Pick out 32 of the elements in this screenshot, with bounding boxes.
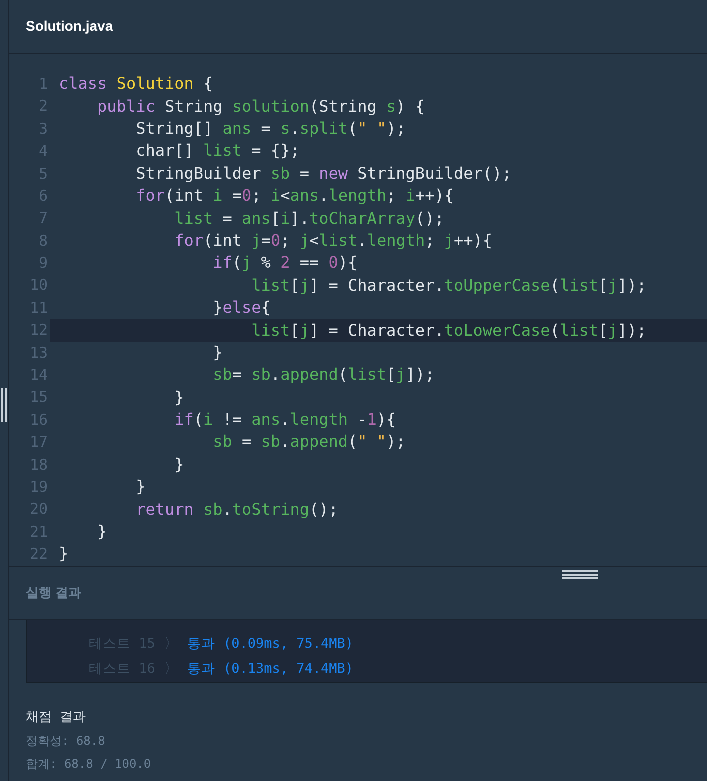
test-result: 통과 (0.09ms, 75.4MB) [187, 635, 354, 654]
code-line: char[] list = {}; [135, 140, 301, 162]
code-line: class Solution { [58, 73, 214, 96]
code-line: for(int j=0; j<list.length; j++){ [174, 230, 494, 252]
code-line: for(int i =0; i<ans.length; i++){ [135, 185, 456, 208]
code-line: } [212, 342, 224, 364]
code-line: StringBuilder sb = new StringBuilder(); [135, 162, 513, 185]
resize-handle-icon[interactable] [1, 388, 7, 422]
accuracy-score: 정확성: 68.8 [26, 733, 106, 750]
total-score: 합계: 68.8 / 100.0 [26, 756, 152, 773]
section-title: 채점 결과 [26, 709, 87, 727]
code-line: list = ans[i].toCharArray(); [174, 208, 446, 230]
code-line: }else{ [212, 297, 272, 320]
code-line: return sb.toString(); [135, 498, 340, 521]
chevron-icon: 〉 [164, 659, 178, 680]
file-name-tab[interactable]: Solution.java [26, 16, 114, 37]
code-line: String[] ans = s.split(" "); [135, 118, 407, 140]
code-line: } [58, 543, 70, 566]
test-result: 통과 (0.13ms, 74.4MB) [187, 660, 354, 680]
code-line: } [96, 521, 108, 544]
code-line: } [135, 476, 147, 498]
chevron-icon: 〉 [164, 634, 178, 655]
drag-handle-icon[interactable] [562, 570, 598, 579]
code-line: if(j % 2 == 0){ [212, 252, 359, 274]
code-line: } [174, 454, 186, 476]
code-line: sb = sb.append(" "); [212, 431, 407, 454]
code-line: list[j] = Character.toUpperCase(list[j]); [250, 274, 648, 297]
code-line: sb= sb.append(list[j]); [212, 364, 436, 386]
code-line: public String solution(String s) { [96, 96, 426, 118]
code-line: if(i != ans.length -1){ [174, 409, 398, 432]
section-title: 실행 결과 [26, 584, 82, 602]
code-line: } [174, 386, 186, 409]
